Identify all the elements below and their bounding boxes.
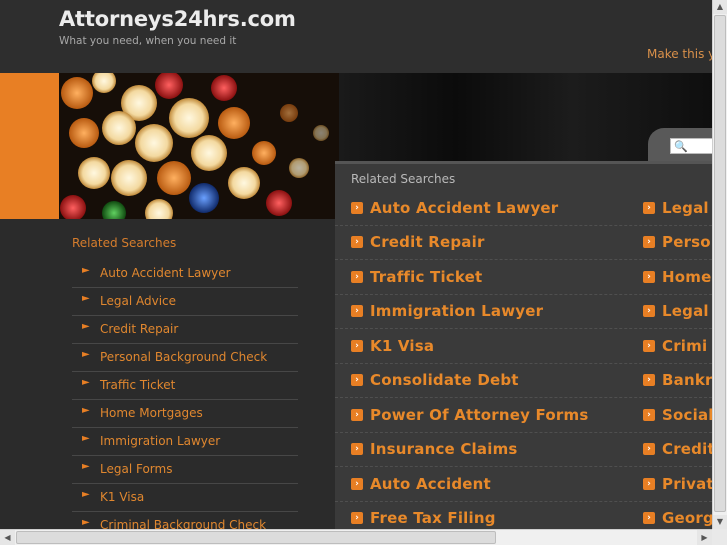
link-row: › Power Of Attorney Forms › Social [335, 399, 727, 433]
search-link-label[interactable]: Immigration Lawyer [370, 302, 543, 320]
sidebar-item[interactable]: ► K1 Visa [72, 484, 298, 512]
sidebar-item[interactable]: ► Traffic Ticket [72, 372, 298, 400]
triangle-right-icon: ► [82, 321, 90, 332]
search-link-label[interactable]: Traffic Ticket [370, 268, 482, 286]
search-link-label[interactable]: Auto Accident [370, 475, 491, 493]
search-link-label[interactable]: Insurance Claims [370, 440, 518, 458]
triangle-right-icon: ► [82, 461, 90, 472]
sidebar-item[interactable]: ► Personal Background Check [72, 344, 298, 372]
vertical-scrollbar[interactable]: ▲ ▼ [712, 0, 727, 529]
arrow-right-icon: › [351, 202, 363, 214]
search-link-label[interactable]: Privat [662, 475, 714, 493]
site-title[interactable]: Attorneys24hrs.com [59, 7, 296, 31]
search-link-label[interactable]: Georg [662, 509, 714, 527]
arrow-right-icon: › [643, 305, 655, 317]
scroll-up-icon[interactable]: ▲ [713, 0, 727, 14]
header: Attorneys24hrs.com What you need, when y… [0, 0, 727, 73]
search-link-label[interactable]: Home [662, 268, 711, 286]
scroll-down-icon[interactable]: ▼ [713, 515, 727, 529]
search-icon[interactable]: 🔍 [674, 140, 688, 153]
bokeh-lights-image [59, 73, 339, 219]
link-row: › Credit Repair › Perso [335, 226, 727, 260]
sidebar-list: ► Auto Accident Lawyer ► Legal Advice ► Cre… [72, 260, 298, 540]
sidebar-item[interactable]: ► Legal Forms [72, 456, 298, 484]
triangle-right-icon: ► [82, 265, 90, 276]
sidebar-item[interactable]: ► Credit Repair [72, 316, 298, 344]
vertical-scroll-thumb[interactable] [714, 15, 726, 512]
link-row: › Insurance Claims › Credit [335, 433, 727, 467]
triangle-right-icon: ► [82, 517, 90, 528]
arrow-right-icon: › [643, 443, 655, 455]
search-link-label[interactable]: Consolidate Debt [370, 371, 519, 389]
search-link-label[interactable]: Power Of Attorney Forms [370, 406, 588, 424]
link-row: › Immigration Lawyer › Legal [335, 295, 727, 329]
link-row: › Consolidate Debt › Bankr [335, 364, 727, 398]
arrow-right-icon: › [351, 340, 363, 352]
panel-top-border [335, 161, 727, 164]
arrow-right-icon: › [351, 305, 363, 317]
triangle-right-icon: ► [82, 489, 90, 500]
arrow-right-icon: › [351, 374, 363, 386]
orange-accent-bar [0, 73, 59, 219]
search-link-label[interactable]: Free Tax Filing [370, 509, 496, 527]
search-link-label[interactable]: Bankr [662, 371, 713, 389]
link-row: › Auto Accident › Privat [335, 468, 727, 502]
sidebar-item-label[interactable]: Credit Repair [100, 322, 178, 336]
search-link-label[interactable]: Legal [662, 302, 709, 320]
triangle-right-icon: ► [82, 433, 90, 444]
arrow-right-icon: › [351, 443, 363, 455]
scroll-left-icon[interactable]: ◀ [0, 530, 15, 545]
scrollbar-corner [712, 529, 727, 545]
sidebar-item-label[interactable]: Traffic Ticket [100, 378, 175, 392]
sidebar-title: Related Searches [72, 236, 177, 250]
search-link-label[interactable]: Perso [662, 233, 711, 251]
horizontal-scroll-thumb[interactable] [16, 531, 496, 544]
sidebar-item-label[interactable]: Home Mortgages [100, 406, 203, 420]
link-row: › K1 Visa › Crimi [335, 330, 727, 364]
arrow-right-icon: › [351, 409, 363, 421]
arrow-right-icon: › [351, 271, 363, 283]
sidebar-item-label[interactable]: Legal Forms [100, 462, 172, 476]
search-link-label[interactable]: K1 Visa [370, 337, 434, 355]
arrow-right-icon: › [643, 409, 655, 421]
triangle-right-icon: ► [82, 293, 90, 304]
arrow-right-icon: › [643, 512, 655, 524]
arrow-right-icon: › [643, 374, 655, 386]
panel-title: Related Searches [351, 172, 456, 186]
related-searches-panel: Related Searches › Auto Accident Lawyer ›… [335, 161, 727, 545]
link-row: › Auto Accident Lawyer › Legal A [335, 192, 727, 226]
search-link-label[interactable]: Credit [662, 440, 715, 458]
horizontal-scrollbar[interactable]: ◀ ▶ [0, 529, 712, 545]
search-link-label[interactable]: Crimi [662, 337, 707, 355]
arrow-right-icon: › [351, 512, 363, 524]
scroll-right-icon[interactable]: ▶ [697, 530, 712, 545]
sidebar-item[interactable]: ► Auto Accident Lawyer [72, 260, 298, 288]
sidebar-item-label[interactable]: Personal Background Check [100, 350, 267, 364]
sidebar-item-label[interactable]: Immigration Lawyer [100, 434, 220, 448]
triangle-right-icon: ► [82, 349, 90, 360]
arrow-right-icon: › [643, 478, 655, 490]
arrow-right-icon: › [643, 271, 655, 283]
search-link-label[interactable]: Auto Accident Lawyer [370, 199, 558, 217]
site-tagline: What you need, when you need it [59, 35, 237, 47]
arrow-right-icon: › [351, 478, 363, 490]
sidebar-item[interactable]: ► Home Mortgages [72, 400, 298, 428]
sidebar-item-label[interactable]: Legal Advice [100, 294, 176, 308]
triangle-right-icon: ► [82, 377, 90, 388]
search-link-label[interactable]: Social [662, 406, 714, 424]
arrow-right-icon: › [643, 202, 655, 214]
sidebar-item-label[interactable]: Auto Accident Lawyer [100, 266, 231, 280]
link-row: › Traffic Ticket › Home [335, 261, 727, 295]
search-link-label[interactable]: Credit Repair [370, 233, 485, 251]
sidebar-item[interactable]: ► Immigration Lawyer [72, 428, 298, 456]
arrow-right-icon: › [351, 236, 363, 248]
sidebar-item-label[interactable]: K1 Visa [100, 490, 144, 504]
sidebar-item[interactable]: ► Legal Advice [72, 288, 298, 316]
arrow-right-icon: › [643, 340, 655, 352]
arrow-right-icon: › [643, 236, 655, 248]
triangle-right-icon: ► [82, 405, 90, 416]
